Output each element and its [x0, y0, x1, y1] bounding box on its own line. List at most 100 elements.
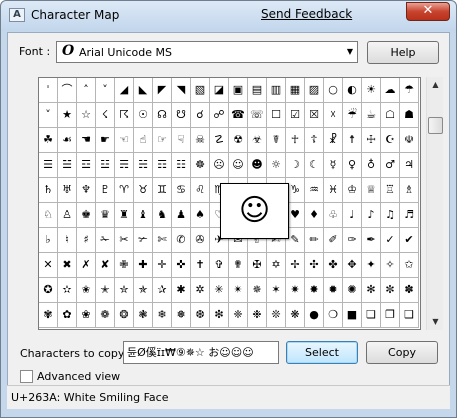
select-button[interactable]: Select	[286, 341, 358, 364]
character-cell[interactable]: ☪	[381, 128, 400, 153]
character-cell[interactable]: ▧	[191, 78, 210, 103]
character-cell[interactable]: ✬	[77, 278, 96, 303]
advanced-view-checkbox[interactable]: Advanced view	[20, 370, 120, 383]
character-cell[interactable]: ♠	[191, 203, 210, 228]
character-cell[interactable]: ☦	[305, 128, 324, 153]
character-cell[interactable]: ❄	[153, 303, 172, 328]
character-cell[interactable]: ✽	[400, 278, 419, 303]
character-cell[interactable]: ❅	[172, 303, 191, 328]
character-cell[interactable]: ✂	[115, 228, 134, 253]
scroll-down-arrow-icon[interactable]: ▼	[427, 314, 444, 330]
character-cell[interactable]: ✟	[229, 253, 248, 278]
character-cell[interactable]: ♝	[134, 203, 153, 228]
character-cell[interactable]: ♖	[381, 178, 400, 203]
character-cell[interactable]: ☓	[324, 103, 343, 128]
character-cell[interactable]: ❏	[362, 303, 381, 328]
character-cell[interactable]: ❈	[229, 303, 248, 328]
character-cell[interactable]: ☱	[58, 153, 77, 178]
character-cell[interactable]: ✡	[267, 253, 286, 278]
character-cell[interactable]: ❁	[96, 303, 115, 328]
character-cell[interactable]: ♒	[305, 178, 324, 203]
character-cell[interactable]: ✔	[400, 228, 419, 253]
character-cell[interactable]: ✧	[381, 253, 400, 278]
character-cell[interactable]: ✆	[172, 228, 191, 253]
character-cell[interactable]: ☕	[362, 103, 381, 128]
character-cell[interactable]: ☜	[115, 128, 134, 153]
character-cell[interactable]: ✑	[343, 228, 362, 253]
character-cell[interactable]: ☻	[248, 153, 267, 178]
character-cell[interactable]: ♁	[362, 153, 381, 178]
character-cell[interactable]: ◐	[343, 78, 362, 103]
character-cell[interactable]: ♭	[39, 228, 58, 253]
character-cell[interactable]: ☗	[400, 103, 419, 128]
character-cell[interactable]: ○	[324, 78, 343, 103]
character-cell[interactable]: ❋	[286, 303, 305, 328]
character-cell[interactable]: ♊	[153, 178, 172, 203]
character-cell[interactable]: ♀	[343, 153, 362, 178]
character-cell[interactable]: ♛	[96, 203, 115, 228]
character-cell[interactable]: ❊	[267, 303, 286, 328]
character-cell[interactable]: ✕	[39, 253, 58, 278]
character-cell[interactable]: ☙	[58, 128, 77, 153]
character-cell[interactable]: ☊	[153, 103, 172, 128]
character-cell[interactable]: ✇	[191, 228, 210, 253]
character-cell[interactable]: ❐	[381, 303, 400, 328]
character-cell[interactable]: ❑	[400, 303, 419, 328]
character-cell[interactable]: ✲	[191, 278, 210, 303]
character-cell[interactable]: ♂	[381, 153, 400, 178]
character-cell[interactable]: ✚	[134, 253, 153, 278]
character-cell[interactable]: ☆	[77, 103, 96, 128]
character-cell[interactable]: ☑	[286, 103, 305, 128]
character-cell[interactable]: ▥	[267, 78, 286, 103]
character-cell[interactable]: ☼	[267, 153, 286, 178]
character-cell[interactable]: ❂	[115, 303, 134, 328]
send-feedback-link[interactable]: Send Feedback	[261, 7, 352, 21]
character-cell[interactable]: ✯	[134, 278, 153, 303]
character-cell[interactable]: ☖	[381, 103, 400, 128]
character-cell[interactable]: ☺	[229, 153, 248, 178]
character-cell[interactable]: ☀	[362, 78, 381, 103]
character-cell[interactable]: ✻	[362, 278, 381, 303]
character-cell[interactable]: ✒	[362, 228, 381, 253]
character-cell[interactable]: ✠	[248, 253, 267, 278]
character-cell[interactable]: ❃	[134, 303, 153, 328]
character-cell[interactable]: ◥	[172, 78, 191, 103]
character-cell[interactable]: ✳	[210, 278, 229, 303]
character-cell[interactable]: ✰	[153, 278, 172, 303]
character-cell[interactable]: ♆	[77, 178, 96, 203]
character-cell[interactable]: ♙	[58, 203, 77, 228]
character-cell[interactable]: ☩	[362, 128, 381, 153]
character-cell[interactable]: ✩	[400, 253, 419, 278]
character-cell[interactable]: ✝	[191, 253, 210, 278]
character-cell[interactable]: ☶	[153, 153, 172, 178]
character-cell[interactable]: ♯	[77, 228, 96, 253]
font-dropdown[interactable]: O Arial Unicode MS ▼	[56, 41, 358, 63]
character-cell[interactable]: ✞	[210, 253, 229, 278]
character-cell[interactable]: ☈	[115, 103, 134, 128]
character-cell[interactable]: ☫	[400, 128, 419, 153]
character-cell[interactable]: ☁	[381, 78, 400, 103]
character-grid[interactable]: ˈ ⌒ ˄ ˅ ◢ ◣ ◤ ◥ ▧ ◪ ▣ ▤ ▥ ▦ ▨ ○ ◐ ☀ ☁ ☂ ˅ ★ ☆ ☇ ☈ ☉ ☊ ☋ ☌ ☍ ☎ ☏ ☐ ☑ ☒ ☓ ☔ ☕ ☖ ☗…	[38, 77, 421, 330]
character-cell[interactable]: ✷	[286, 278, 305, 303]
character-cell[interactable]: ✪	[39, 278, 58, 303]
character-cell[interactable]: ▤	[248, 78, 267, 103]
character-cell[interactable]: ♫	[381, 203, 400, 228]
character-cell[interactable]: ☰	[39, 153, 58, 178]
character-cell[interactable]: ✦	[362, 253, 381, 278]
character-cell[interactable]: ✹	[324, 278, 343, 303]
character-cell[interactable]: ☐	[267, 103, 286, 128]
character-cell[interactable]: ☌	[191, 103, 210, 128]
character-cell[interactable]: ✴	[229, 278, 248, 303]
character-cell[interactable]: ♗	[400, 178, 419, 203]
scrollbar-thumb[interactable]	[428, 117, 443, 134]
character-cell[interactable]: ☎	[229, 103, 248, 128]
character-cell[interactable]: ✺	[343, 278, 362, 303]
character-cell[interactable]: ✤	[324, 253, 343, 278]
character-cell[interactable]: ☟	[172, 128, 191, 153]
character-cell[interactable]: ☧	[324, 128, 343, 153]
character-cell[interactable]: ❆	[191, 303, 210, 328]
character-cell[interactable]: ✶	[267, 278, 286, 303]
character-cell[interactable]: ♃	[400, 153, 419, 178]
character-cell[interactable]: ♧	[324, 203, 343, 228]
character-cell[interactable]: ˅	[39, 103, 58, 128]
